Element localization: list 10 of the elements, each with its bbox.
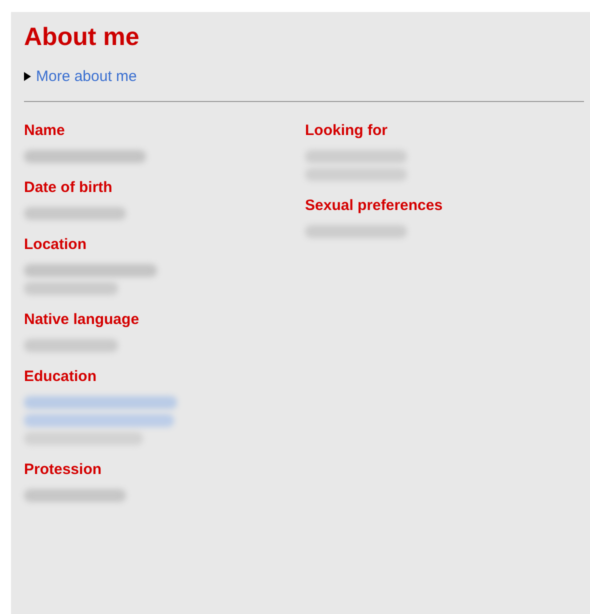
field-label: Sexual preferences	[305, 196, 443, 216]
field-label: Looking for	[305, 121, 388, 141]
field-label: Date of birth	[24, 178, 112, 198]
field-label: Native language	[24, 310, 140, 330]
field-label: Location	[24, 235, 86, 255]
field-label: Name	[24, 121, 65, 141]
field-label: Education	[24, 367, 97, 387]
field-label: Protession	[24, 460, 102, 480]
section-title: About me	[24, 22, 140, 52]
more-link[interactable]: More about me	[36, 68, 137, 84]
